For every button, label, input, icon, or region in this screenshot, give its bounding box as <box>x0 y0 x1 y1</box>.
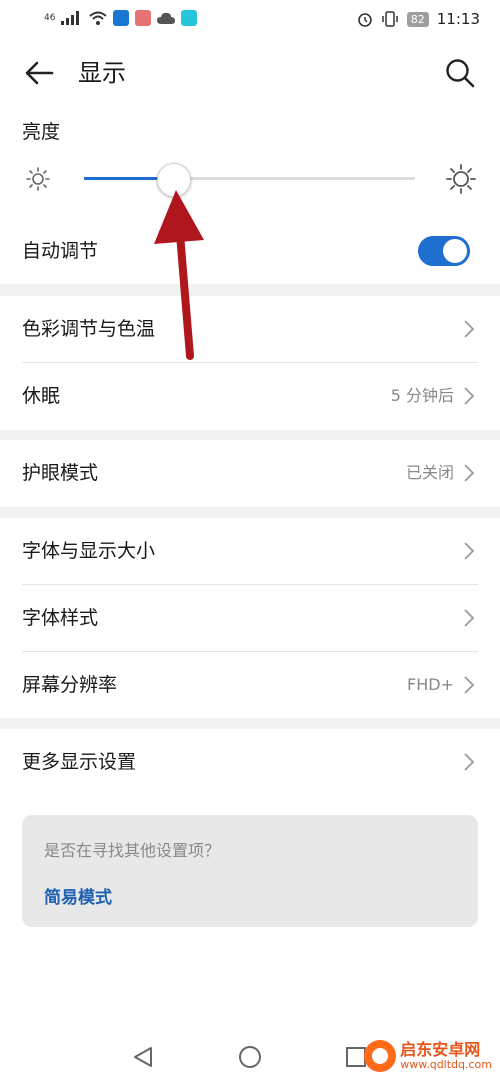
auto-adjust-toggle[interactable] <box>418 236 470 266</box>
watermark: 启东安卓网 www.qdltdq.com <box>364 1040 492 1072</box>
chevron-right-icon <box>464 676 475 694</box>
sleep-value: 5 分钟后 <box>390 386 454 405</box>
auto-adjust-label: 自动调节 <box>22 240 99 262</box>
sleep-label: 休眠 <box>22 385 61 407</box>
app-shield-icon <box>113 10 130 26</box>
app-teal-icon <box>181 10 198 26</box>
battery-indicator: 82 <box>406 11 429 27</box>
watermark-url: www.qdltdq.com <box>400 1057 492 1071</box>
eye-mode-value: 已关闭 <box>405 463 454 482</box>
color-sleep-card: 色彩调节与色温 休眠 5 分钟后 <box>0 296 500 430</box>
simple-mode-link[interactable]: 简易模式 <box>44 883 112 908</box>
cloud-icon <box>157 12 176 24</box>
signal-icon <box>61 11 80 25</box>
alarm-icon <box>357 13 372 27</box>
font-display-card: 字体与显示大小 字体样式 屏幕分辨率 FHD+ <box>0 518 500 718</box>
suggestion-question: 是否在寻找其他设置项？ <box>44 841 221 860</box>
chevron-right-icon <box>464 542 475 560</box>
eye-mode-label: 护眼模式 <box>22 462 99 484</box>
more-display-settings-row[interactable]: 更多显示设置 <box>0 729 500 795</box>
page-title: 显示 <box>78 59 126 87</box>
color-temp-label: 色彩调节与色温 <box>22 318 156 340</box>
status-left: 46 <box>44 10 198 26</box>
brightness-label: 亮度 <box>22 121 61 143</box>
chevron-right-icon <box>464 387 475 405</box>
eye-mode-card[interactable]: 护眼模式 已关闭 <box>0 440 500 507</box>
chevron-right-icon <box>464 609 475 627</box>
resolution-label: 屏幕分辨率 <box>22 674 118 696</box>
app-notification-icon <box>135 10 152 26</box>
watermark-title: 启东安卓网 <box>400 1040 481 1060</box>
font-style-label: 字体样式 <box>22 607 99 629</box>
signal-label: 46 <box>44 13 56 23</box>
brightness-low-icon <box>26 167 50 191</box>
resolution-value: FHD+ <box>407 675 454 694</box>
font-display-size-row[interactable]: 字体与显示大小 <box>0 518 500 584</box>
resolution-row[interactable]: 屏幕分辨率 FHD+ <box>0 652 500 718</box>
font-style-row[interactable]: 字体样式 <box>0 585 500 651</box>
nav-back-icon[interactable] <box>131 1045 155 1069</box>
toggle-knob <box>443 239 467 263</box>
nav-home-icon[interactable] <box>237 1044 263 1070</box>
wifi-icon <box>89 11 108 25</box>
back-arrow-icon[interactable] <box>22 56 56 90</box>
color-temp-row[interactable]: 色彩调节与色温 <box>0 296 500 362</box>
brightness-slider[interactable] <box>84 177 415 180</box>
sleep-row[interactable]: 休眠 5 分钟后 <box>0 363 500 430</box>
search-icon[interactable] <box>444 57 476 89</box>
font-display-size-label: 字体与显示大小 <box>22 540 156 562</box>
suggestion-card: 是否在寻找其他设置项？ 简易模式 <box>22 815 478 927</box>
watermark-logo-icon <box>364 1040 397 1072</box>
watermark-text: 启东安卓网 www.qdltdq.com <box>400 1041 492 1071</box>
app-bar: 显示 <box>0 40 500 106</box>
status-right: 82 11:13 <box>357 10 480 28</box>
chevron-right-icon <box>464 464 475 482</box>
brightness-high-icon <box>446 164 476 194</box>
status-bar: 46 82 11:13 <box>0 0 500 40</box>
chevron-right-icon <box>464 753 475 771</box>
status-time: 11:13 <box>436 10 480 28</box>
more-display-settings-label: 更多显示设置 <box>22 751 137 773</box>
chevron-right-icon <box>464 320 475 338</box>
vibrate-icon <box>382 11 398 27</box>
